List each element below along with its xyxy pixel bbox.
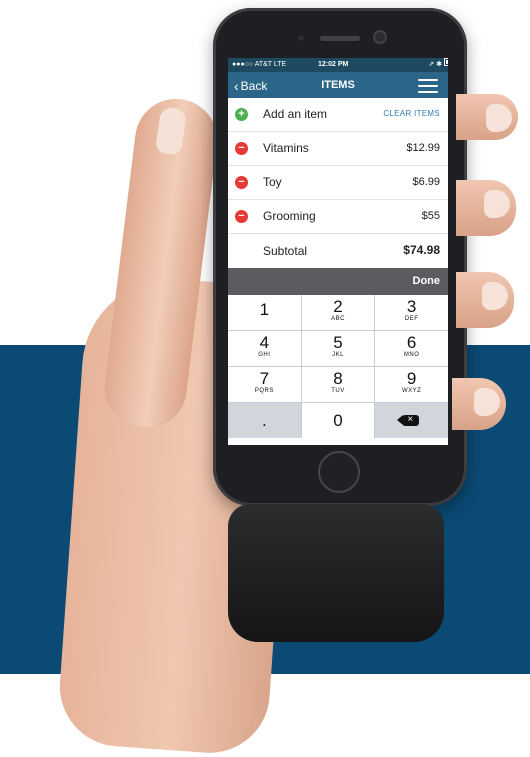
finger-ring: [456, 272, 514, 328]
subtotal-value: $74.98: [403, 243, 440, 257]
delete-key[interactable]: [375, 403, 448, 438]
navigation-bar: ‹ Back ITEMS: [228, 72, 448, 98]
front-camera-icon: [373, 30, 387, 44]
key-number: 1: [259, 300, 270, 319]
key-number: 9: [406, 369, 417, 388]
key-1[interactable]: 1: [228, 295, 301, 330]
phone-screen: ●●●○○ AT&T LTE 12:02 PM ⇗ ✱ ‹ Back ITEMS …: [228, 58, 448, 445]
minus-circle-icon[interactable]: −: [235, 176, 248, 189]
item-price: $6.99: [412, 176, 440, 188]
key-letters: JKL: [332, 352, 344, 358]
key-letters: TUV: [331, 388, 345, 394]
proximity-sensor: [298, 35, 304, 41]
item-price: $12.99: [406, 142, 440, 154]
numeric-keypad: 1 2 ABC 3 DEF 4 GHI 5 JKL 6 MNO 7 PQRS 8 TUV 9W…: [228, 295, 448, 438]
list-item[interactable]: − Vitamins $12.99: [228, 132, 448, 166]
clear-items-button[interactable]: CLEAR ITEMS: [383, 109, 440, 118]
add-item-label[interactable]: Add an item: [263, 107, 327, 121]
minus-circle-icon[interactable]: −: [235, 210, 248, 223]
list-item[interactable]: − Toy $6.99: [228, 166, 448, 200]
keyboard-toolbar: Done: [228, 268, 448, 295]
key-letters: PQRS: [254, 388, 274, 394]
key-letters: DEF: [404, 316, 419, 322]
key-letters: ABC: [331, 316, 345, 322]
key-3[interactable]: 3 DEF: [375, 295, 448, 330]
key-decimal[interactable]: .: [228, 403, 301, 438]
key-8[interactable]: 8 TUV: [301, 367, 375, 402]
key-number: 3: [406, 297, 417, 316]
item-name: Vitamins: [263, 141, 309, 155]
key-5[interactable]: 5 JKL: [301, 331, 375, 366]
item-price: $55: [421, 210, 440, 222]
status-indicators: ⇗ ✱: [428, 58, 448, 72]
status-bar: ●●●○○ AT&T LTE 12:02 PM ⇗ ✱: [228, 58, 448, 72]
key-6[interactable]: 6 MNO: [375, 331, 448, 366]
key-0[interactable]: 0: [301, 403, 375, 438]
finger-little: [452, 378, 506, 430]
key-number: 4: [259, 333, 270, 352]
key-number: .: [261, 411, 267, 430]
carrier-label: ●●●○○ AT&T LTE: [232, 61, 287, 68]
subtotal-row: Subtotal $74.98: [228, 234, 448, 268]
key-number: 7: [259, 369, 270, 388]
finger-middle: [456, 180, 516, 236]
earpiece-speaker: [320, 36, 360, 41]
battery-icon: [444, 58, 448, 66]
key-2[interactable]: 2 ABC: [301, 295, 375, 330]
done-button[interactable]: Done: [413, 275, 441, 287]
key-number: 2: [333, 297, 343, 316]
key-number: 5: [333, 333, 343, 352]
key-number: 6: [406, 333, 417, 352]
key-letters: WXYZ: [401, 388, 422, 394]
key-number: 8: [333, 369, 343, 388]
key-4[interactable]: 4 GHI: [228, 331, 301, 366]
finger-index: [456, 94, 518, 140]
key-7[interactable]: 7 PQRS: [228, 367, 301, 402]
add-item-row[interactable]: + Add an item CLEAR ITEMS: [228, 98, 448, 132]
list-item[interactable]: − Grooming $55: [228, 200, 448, 234]
key-letters: MNO: [403, 352, 420, 358]
status-icons: ⇗ ✱: [428, 61, 442, 68]
key-number: 0: [333, 411, 343, 430]
page-title: ITEMS: [321, 79, 355, 91]
clock: 12:02 PM: [318, 61, 349, 68]
key-9[interactable]: 9 WXYZ: [375, 367, 448, 402]
hamburger-menu-icon[interactable]: [418, 79, 438, 93]
home-button[interactable]: [318, 451, 360, 493]
item-name: Grooming: [263, 209, 316, 223]
backspace-icon: [397, 413, 420, 427]
item-name: Toy: [263, 175, 282, 189]
minus-circle-icon[interactable]: −: [235, 142, 248, 155]
subtotal-label: Subtotal: [263, 244, 308, 258]
plus-circle-icon[interactable]: +: [235, 108, 248, 121]
key-letters: GHI: [258, 352, 271, 358]
card-reader-dongle: [228, 504, 444, 642]
